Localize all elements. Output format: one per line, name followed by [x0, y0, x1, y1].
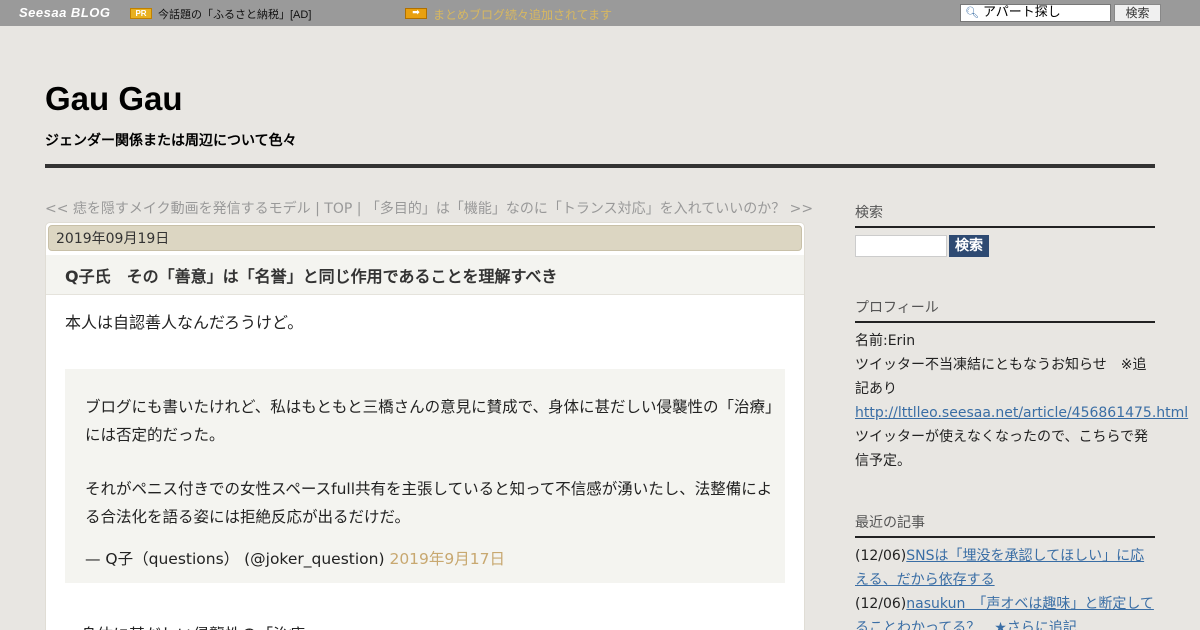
- arrow-right-icon: ➡: [405, 8, 427, 19]
- list-item: (12/06)SNSは「埋没を承認してほしい」に応える、だから依存する: [855, 544, 1155, 592]
- prev-post-link[interactable]: << 痣を隠すメイク動画を発信するモデル: [45, 201, 311, 217]
- profile-notice: ツイッター不当凍結にともなうお知らせ ※追記あり: [855, 357, 1147, 397]
- notice-link[interactable]: まとめブログ続々追加されてます: [433, 6, 612, 23]
- sidebar-recent-heading: 最近の記事: [855, 512, 1155, 538]
- tweet-date-link[interactable]: 2019年9月17日: [389, 550, 505, 568]
- sidebar-search-heading: 検索: [855, 202, 1155, 228]
- search-icon: 🔍︎: [965, 6, 979, 19]
- nav-separator: |: [352, 201, 366, 217]
- tweet-paragraph: ブログにも書いたけれど、私はもともと三橋さんの意見に賛成で、身体に甚だしい侵襲性…: [85, 398, 773, 444]
- sidebar-search-input[interactable]: [855, 235, 947, 257]
- profile-note: ツイッターが使えなくなったので、こちらで発信予定。: [855, 429, 1149, 469]
- header-divider: [45, 164, 1155, 168]
- top-search-input[interactable]: 🔍︎ アパート探し: [960, 4, 1111, 22]
- post-navigation: << 痣を隠すメイク動画を発信するモデル | TOP | 「多目的」は「機能」な…: [45, 198, 813, 218]
- recent-post-date: (12/06): [855, 596, 907, 612]
- ad-link[interactable]: 今話題の「ふるさと納税」[AD]: [158, 6, 311, 22]
- seesaa-blog-logo[interactable]: Seesaa BLOG: [19, 5, 111, 20]
- article-title[interactable]: Q子氏 その「善意」は「名誉」と同じ作用であることを理解すべき: [65, 263, 557, 287]
- top-bar: Seesaa BLOG PR 今話題の「ふるさと納税」[AD] ➡ まとめブログ…: [0, 0, 1200, 26]
- article-card: 2019年09月19日 Q子氏 その「善意」は「名誉」と同じ作用であることを理解…: [45, 222, 805, 630]
- tweet-paragraph: それがペニス付きでの女性スペースfull共有を主張していると知って不信感が湧いた…: [85, 480, 773, 526]
- list-item: (12/06)nasukun 「声オベは趣味」と断定してることわかってる？ ★さ…: [855, 592, 1155, 630]
- article-title-bar: Q子氏 その「善意」は「名誉」と同じ作用であることを理解すべき: [46, 255, 804, 295]
- sidebar-search-button[interactable]: 検索: [949, 235, 989, 257]
- blog-title[interactable]: Gau Gau: [45, 80, 183, 118]
- embedded-tweet: ブログにも書いたけれど、私はもともと三橋さんの意見に賛成で、身体に甚だしい侵襲性…: [65, 369, 785, 583]
- top-search-value: アパート探し: [982, 5, 1061, 20]
- top-link[interactable]: TOP: [324, 201, 352, 217]
- profile-section: 名前:Erin ツイッター不当凍結にともなうお知らせ ※追記あり http://…: [855, 329, 1188, 473]
- nav-separator: |: [310, 201, 325, 217]
- tweet-attribution: — Q子（questions） (@joker_question) 2019年9…: [85, 547, 505, 569]
- sidebar-profile-heading: プロフィール: [855, 297, 1155, 323]
- next-post-link[interactable]: 「多目的」は「機能」なのに「トランス対応」を入れていいのか？ >>: [366, 201, 813, 217]
- article-date: 2019年09月19日: [48, 225, 802, 251]
- article-body-text: 身体に甚だしい侵襲性の「治療: [81, 621, 305, 630]
- recent-posts-list: (12/06)SNSは「埋没を承認してほしい」に応える、だから依存する (12/…: [855, 544, 1155, 630]
- recent-post-date: (12/06): [855, 548, 907, 564]
- pr-badge: PR: [130, 8, 152, 19]
- profile-link[interactable]: http://lttlleo.seesaa.net/article/456861…: [855, 401, 1188, 425]
- top-search-button[interactable]: 検索: [1114, 4, 1161, 22]
- tweet-author: — Q子（questions） (@joker_question): [85, 550, 390, 568]
- profile-name: 名前:Erin: [855, 333, 916, 349]
- blog-description: ジェンダー関係または周辺について色々: [45, 133, 297, 149]
- article-intro: 本人は自認善人なんだろうけど。: [65, 313, 304, 332]
